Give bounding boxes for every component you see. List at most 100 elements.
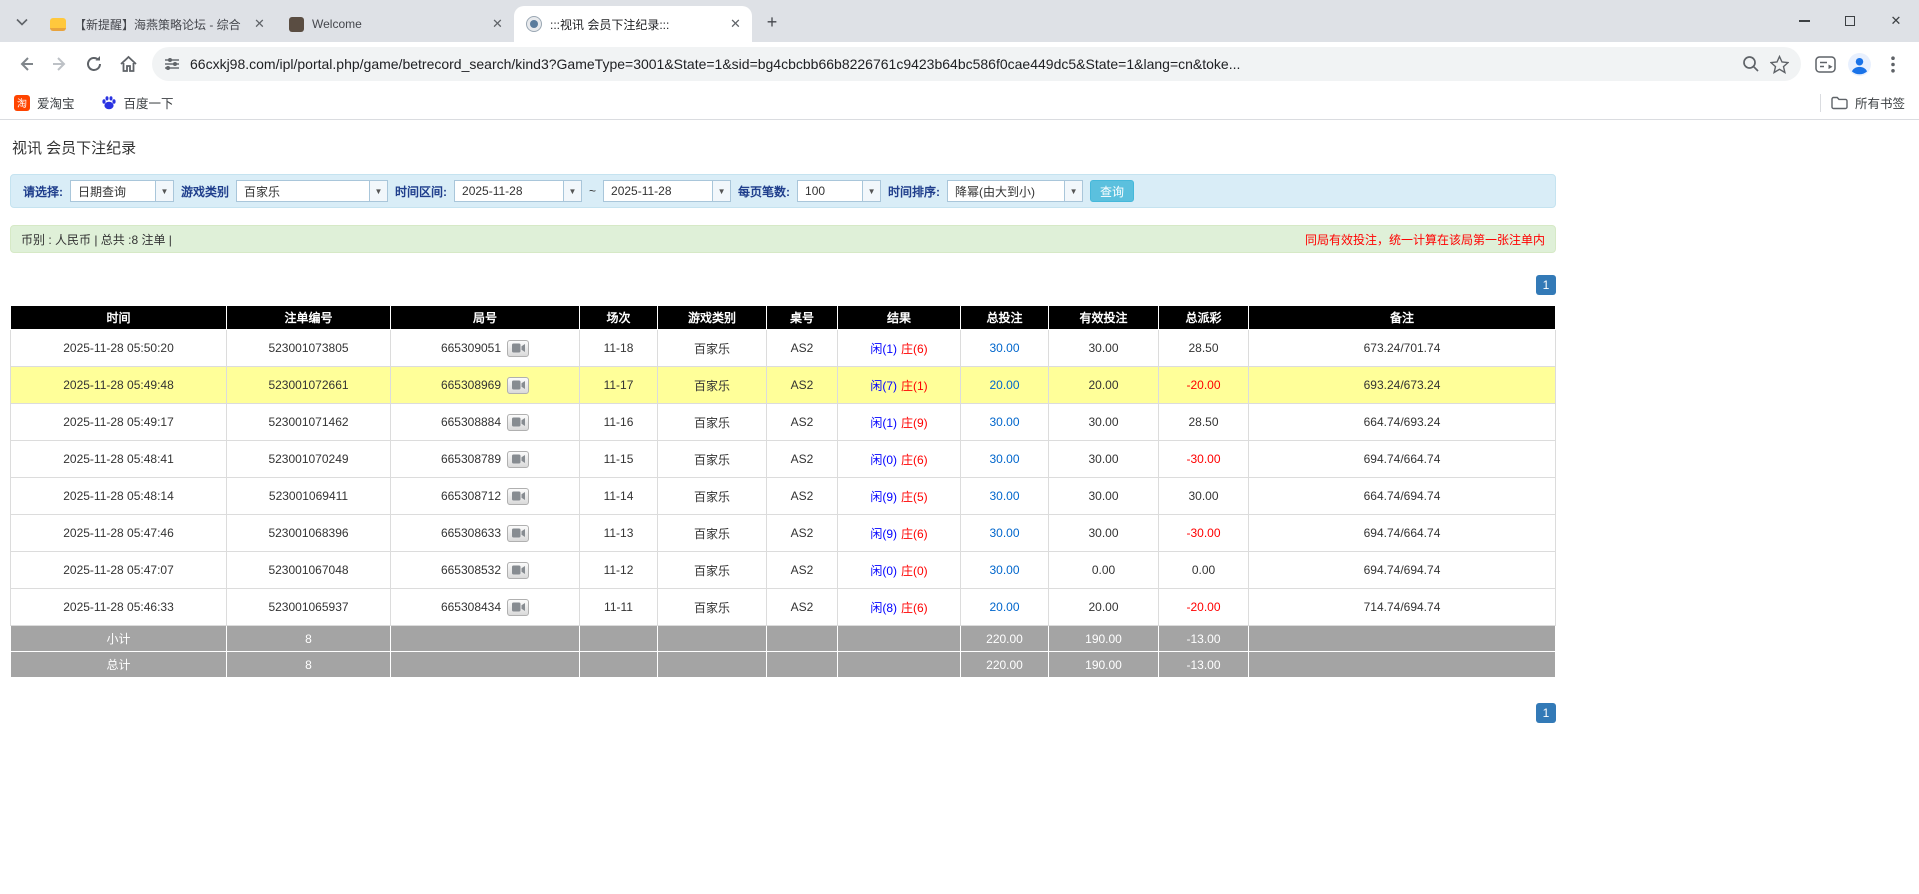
cell-total-bet[interactable]: 20.00 [960,588,1049,626]
url-bar[interactable]: 66cxkj98.com/ipl/portal.php/game/betreco… [152,47,1801,81]
chevron-down-icon[interactable]: ▼ [563,181,582,201]
page-1-button[interactable]: 1 [1536,703,1556,723]
footer-total-bet: 220.00 [960,651,1049,678]
all-bookmarks[interactable]: 所有书签 [1831,93,1905,112]
page-size-select[interactable]: 100 ▼ [797,180,882,202]
cell-table-no: AS2 [766,403,838,441]
back-button[interactable] [10,48,42,80]
video-replay-icon[interactable] [507,598,530,616]
media-controls-icon[interactable] [1809,48,1841,80]
search-button[interactable]: 查询 [1090,180,1135,202]
cell-note: 714.74/694.74 [1248,588,1556,626]
table-row: 2025-11-28 05:47:46 523001068396 665308633… [10,514,1556,552]
new-tab-button[interactable]: + [758,8,786,36]
cell-game-type: 百家乐 [657,440,767,478]
chevron-down-icon[interactable]: ▼ [1064,181,1083,201]
reload-button[interactable] [78,48,110,80]
tune-icon[interactable] [164,56,180,72]
url-text[interactable]: 66cxkj98.com/ipl/portal.php/game/betreco… [190,56,1732,72]
zoom-icon[interactable] [1742,55,1760,73]
chevron-down-icon[interactable]: ▼ [155,181,173,201]
cell-total-bet[interactable]: 30.00 [960,477,1049,515]
video-replay-icon[interactable] [507,450,530,468]
footer-empty [766,651,838,678]
bookmark-star-icon[interactable] [1770,54,1789,74]
chevron-down-icon[interactable]: ▼ [712,181,731,201]
footer-valid-bet: 190.00 [1048,651,1159,678]
table-footer-row: 总计 8 220.00 190.00 -13.00 [10,651,1556,678]
back-icon [20,57,33,71]
close-icon[interactable]: ✕ [727,16,744,33]
cell-total-bet[interactable]: 30.00 [960,514,1049,552]
game-type-value: 百家乐 [244,184,281,199]
cell-game-type: 百家乐 [657,477,767,515]
cell-table-no: AS2 [766,514,838,552]
table-row: 2025-11-28 05:46:33 523001065937 665308434… [10,588,1556,626]
baidu-paw-icon [101,95,116,109]
cell-valid-bet: 30.00 [1048,477,1159,515]
page-1-button[interactable]: 1 [1536,275,1556,295]
date-from-select[interactable]: 2025-11-28 ▼ [454,180,583,202]
table-row: 2025-11-28 05:47:07 523001067048 665308532… [10,551,1556,589]
footer-valid-bet: 190.00 [1048,625,1159,652]
result-banker: 庄(0) [901,563,928,578]
cell-payout: -30.00 [1158,514,1249,552]
browser-menu-icon[interactable] [1877,48,1909,80]
video-replay-icon[interactable] [507,413,530,431]
footer-empty [1248,625,1556,652]
footer-empty [579,651,658,678]
chevron-down-icon[interactable]: ▼ [369,181,388,201]
cell-game-type: 百家乐 [657,366,767,404]
maximize-button[interactable] [1827,0,1873,42]
result-player: 闲(9) [870,526,897,541]
bookmarks-bar: 淘 爱淘宝 百度一下 所有书签 [0,86,1919,120]
summary-bar: 币别 : 人民币 | 总共 :8 注单 | 同局有效投注，统一计算在该局第一张注… [10,225,1556,253]
result-player: 闲(1) [870,341,897,356]
tab-search-icon[interactable] [8,8,36,36]
query-type-select[interactable]: 日期查询 ▼ [70,180,174,202]
home-button[interactable] [112,48,144,80]
cell-valid-bet: 30.00 [1048,440,1159,478]
close-icon[interactable]: ✕ [251,16,268,33]
all-bookmarks-label: 所有书签 [1854,97,1905,111]
divider [1819,93,1821,112]
cell-total-bet[interactable]: 30.00 [960,403,1049,441]
forward-button[interactable] [44,48,76,80]
cell-result: 闲(0) 庄(6) [837,440,961,478]
bookmark-baidu[interactable]: 百度一下 [101,93,174,112]
footer-empty [1248,651,1556,678]
cell-payout: -30.00 [1158,440,1249,478]
cell-time: 2025-11-28 05:46:33 [10,588,227,626]
cell-note: 664.74/694.74 [1248,477,1556,515]
footer-empty [390,625,580,652]
video-replay-icon[interactable] [507,339,530,357]
cell-total-bet[interactable]: 30.00 [960,551,1049,589]
cell-result: 闲(1) 庄(6) [837,329,961,367]
game-type-select[interactable]: 百家乐 ▼ [236,180,389,202]
video-replay-icon[interactable] [507,561,530,579]
cell-total-bet[interactable]: 30.00 [960,440,1049,478]
cell-session: 11-11 [579,588,658,626]
cell-total-bet[interactable]: 30.00 [960,329,1049,367]
round-id: 665308633 [440,526,502,540]
profile-avatar[interactable] [1843,48,1875,80]
video-replay-icon[interactable] [507,376,530,394]
chevron-down-icon[interactable]: ▼ [862,181,881,201]
date-to-select[interactable]: 2025-11-28 ▼ [603,180,732,202]
video-replay-icon[interactable] [507,487,530,505]
tab-forum[interactable]: 【新提醒】海燕策略论坛 - 综合 ✕ [38,6,276,42]
tab-bet-records[interactable]: :::视讯 会员下注纪录::: ✕ [514,6,752,42]
cell-total-bet[interactable]: 20.00 [960,366,1049,404]
tab-welcome[interactable]: Welcome ✕ [276,6,514,42]
minimize-button[interactable] [1781,0,1827,42]
bookmark-aitaobao[interactable]: 淘 爱淘宝 [14,93,75,112]
close-icon[interactable]: ✕ [489,16,506,33]
sort-select[interactable]: 降幂(由大到小) ▼ [947,180,1084,202]
cell-round-id: 665308969 [390,366,580,404]
close-button[interactable]: ✕ [1873,0,1919,42]
cell-game-type: 百家乐 [657,588,767,626]
tab-title: 【新提醒】海燕策略论坛 - 综合 [74,17,241,32]
video-replay-icon[interactable] [507,524,530,542]
tab-title: Welcome [312,17,362,31]
cell-session: 11-13 [579,514,658,552]
